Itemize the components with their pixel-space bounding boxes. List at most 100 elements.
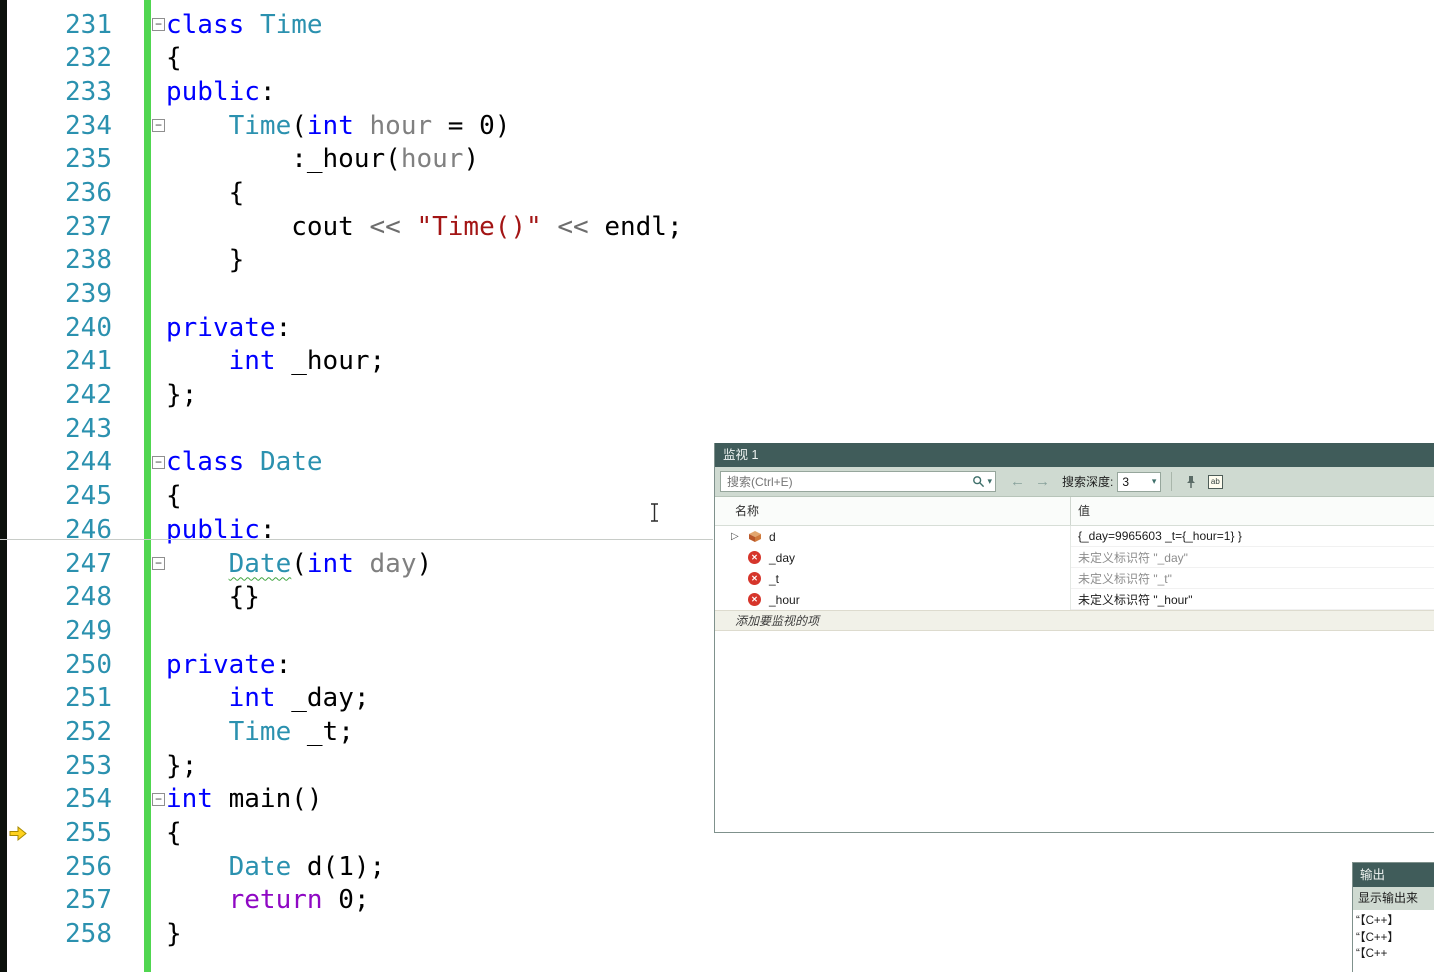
code-text[interactable]: } xyxy=(166,245,714,275)
code-line[interactable]: 254−int main() xyxy=(0,783,714,817)
code-text[interactable]: { xyxy=(166,43,714,73)
code-line[interactable]: 230 xyxy=(0,0,714,8)
output-titlebar[interactable]: 输出 xyxy=(1353,863,1434,887)
column-header-value[interactable]: 值 xyxy=(1071,497,1434,525)
watch-row[interactable]: ✕_t未定义标识符 "_t" xyxy=(715,568,1434,589)
watch-value[interactable]: {_day=9965603 _t={_hour=1} } xyxy=(1071,526,1434,547)
collapse-box-icon[interactable]: − xyxy=(152,456,165,469)
code-token: }; xyxy=(166,751,197,781)
watch-titlebar[interactable]: 监视 1 xyxy=(715,443,1434,467)
code-line[interactable]: 231−class Time xyxy=(0,8,714,42)
code-line[interactable]: 234− Time(int hour = 0) xyxy=(0,109,714,143)
watch-row[interactable]: ✕_hour未定义标识符 "_hour" xyxy=(715,589,1434,610)
code-line[interactable]: 236 { xyxy=(0,176,714,210)
watch-row[interactable]: ▷d{_day=9965603 _t={_hour=1} } xyxy=(715,526,1434,547)
code-line[interactable]: 242}; xyxy=(0,378,714,412)
code-text[interactable]: { xyxy=(166,178,714,208)
code-text[interactable]: private: xyxy=(166,650,714,680)
code-editor[interactable]: 230231−class Time232{233public:234− Time… xyxy=(0,0,714,951)
code-line[interactable]: 255 { xyxy=(0,816,714,850)
code-line[interactable]: 248 {} xyxy=(0,580,714,614)
search-depth-select[interactable]: 3 ▾ xyxy=(1117,472,1161,492)
watch-value[interactable]: 未定义标识符 "_hour" xyxy=(1071,589,1434,610)
code-token: 0; xyxy=(323,885,370,915)
watch-search-box[interactable]: ▾ xyxy=(720,471,996,492)
line-number: 255 xyxy=(30,818,112,848)
line-number: 239 xyxy=(30,279,112,309)
collapse-box-icon[interactable]: − xyxy=(152,18,165,31)
code-text[interactable]: :_hour(hour) xyxy=(166,144,714,174)
code-line[interactable]: 235 :_hour(hour) xyxy=(0,142,714,176)
add-watch-row[interactable]: 添加要监视的项 xyxy=(715,610,1434,631)
code-line[interactable]: 233public: xyxy=(0,75,714,109)
outline-margin: − xyxy=(151,18,166,31)
output-source-text: 显示输出来 xyxy=(1358,891,1418,905)
watch-name-cell[interactable]: ✕_t xyxy=(715,568,1071,589)
code-line[interactable]: 256 Date d(1); xyxy=(0,850,714,884)
watch-row[interactable]: ✕_day未定义标识符 "_day" xyxy=(715,547,1434,568)
code-line[interactable]: 258} xyxy=(0,917,714,951)
watch-value[interactable]: 未定义标识符 "_t" xyxy=(1071,568,1434,589)
code-line[interactable]: 243 xyxy=(0,412,714,446)
column-header-name[interactable]: 名称 xyxy=(715,497,1071,525)
code-text[interactable]: Date(int day) xyxy=(166,549,714,579)
code-line[interactable]: 240private: xyxy=(0,311,714,345)
code-text[interactable]: } xyxy=(166,919,714,949)
code-text[interactable]: }; xyxy=(166,380,714,410)
code-token: Time xyxy=(229,111,292,141)
code-text[interactable]: int main() xyxy=(166,784,714,814)
collapse-box-icon[interactable]: − xyxy=(152,793,165,806)
watch-icon-slot: ✕ xyxy=(748,572,766,585)
search-icon[interactable] xyxy=(972,475,985,488)
code-text[interactable]: private: xyxy=(166,313,714,343)
search-input[interactable] xyxy=(727,475,972,489)
code-line[interactable]: 250private: xyxy=(0,648,714,682)
code-line[interactable]: 239 xyxy=(0,277,714,311)
collapse-box-icon[interactable]: − xyxy=(152,557,165,570)
forward-arrow-button[interactable]: → xyxy=(1035,473,1050,490)
code-text[interactable]: return 0; xyxy=(166,885,714,915)
code-text[interactable]: class Time xyxy=(166,10,714,40)
search-dropdown-icon[interactable]: ▾ xyxy=(987,476,992,487)
code-text[interactable]: public: xyxy=(166,515,714,545)
code-line[interactable]: 257 return 0; xyxy=(0,884,714,918)
pin-button[interactable] xyxy=(1179,471,1203,493)
code-line[interactable]: 238 } xyxy=(0,244,714,278)
collapse-box-icon[interactable]: − xyxy=(152,119,165,132)
code-text[interactable]: public: xyxy=(166,77,714,107)
code-text[interactable]: cout << "Time()" << endl; xyxy=(166,212,714,242)
code-text[interactable]: { xyxy=(166,481,714,511)
code-token: : xyxy=(260,515,276,545)
code-line[interactable]: 237 cout << "Time()" << endl; xyxy=(0,210,714,244)
code-line[interactable]: 245{ xyxy=(0,479,714,513)
code-text[interactable]: {} xyxy=(166,582,714,612)
back-arrow-button[interactable]: ← xyxy=(1010,473,1025,490)
code-token xyxy=(354,111,370,141)
code-line[interactable]: 252 Time _t; xyxy=(0,715,714,749)
code-line[interactable]: 241 int _hour; xyxy=(0,345,714,379)
watch-name-cell[interactable]: ✕_day xyxy=(715,547,1071,568)
error-icon: ✕ xyxy=(748,551,761,564)
code-text[interactable]: int _hour; xyxy=(166,346,714,376)
code-line[interactable]: 232{ xyxy=(0,41,714,75)
code-text[interactable]: }; xyxy=(166,751,714,781)
watch-name-cell[interactable]: ▷d xyxy=(715,526,1071,547)
line-number: 249 xyxy=(30,616,112,646)
format-button[interactable]: ab xyxy=(1203,471,1227,493)
code-text[interactable]: int _day; xyxy=(166,683,714,713)
expander-icon[interactable]: ▷ xyxy=(731,531,748,542)
code-line[interactable]: 249 xyxy=(0,614,714,648)
code-text[interactable]: Time(int hour = 0) xyxy=(166,111,714,141)
code-line[interactable]: 246public: xyxy=(0,513,714,547)
code-text[interactable]: Date d(1); xyxy=(166,852,714,882)
watch-name-cell[interactable]: ✕_hour xyxy=(715,589,1071,610)
watch-value[interactable]: 未定义标识符 "_day" xyxy=(1071,547,1434,568)
code-line[interactable]: 247− Date(int day) xyxy=(0,547,714,581)
code-line[interactable]: 251 int _day; xyxy=(0,681,714,715)
code-text[interactable]: Time _t; xyxy=(166,717,714,747)
code-text[interactable]: class Date xyxy=(166,447,714,477)
code-line[interactable]: 253}; xyxy=(0,749,714,783)
code-text[interactable]: { xyxy=(166,818,714,848)
code-line[interactable]: 244−class Date xyxy=(0,446,714,480)
indicator-margin[interactable] xyxy=(0,825,30,842)
